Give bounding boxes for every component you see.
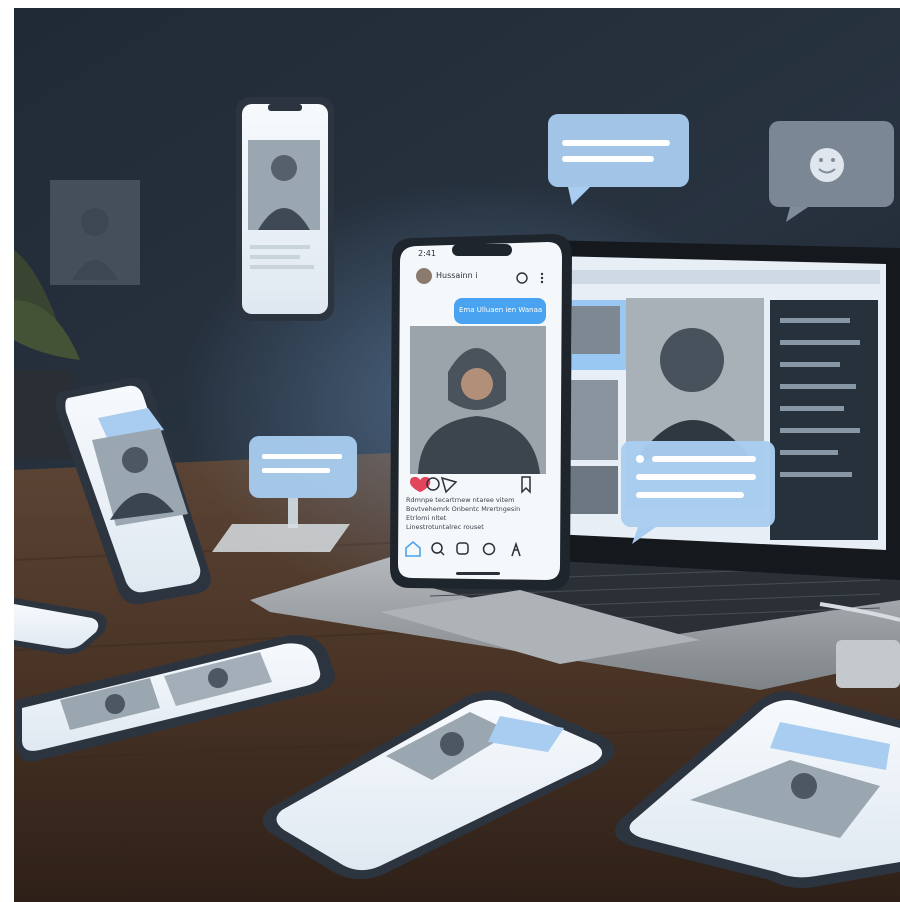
hero-avatar[interactable] — [416, 268, 432, 284]
caption-line: Bovtvehemrk Onbentc Mrertngesin — [406, 505, 521, 513]
hero-message-text: Ema Ulluaen ien Wanaa — [459, 306, 543, 314]
scene: 2:41 Hussainn i Ema Ulluaen ien Wanaa Rd… — [0, 0, 900, 902]
hero-post-image — [410, 326, 546, 474]
illustration — [0, 0, 900, 902]
hero-status-time: 2:41 — [418, 249, 436, 258]
caption-line: Linestrotuntalrec rouset — [406, 523, 484, 531]
caption-line: Etrlomi nltet — [406, 514, 447, 522]
caption-line: Rdmnpe tecartrnew ntaree vitem — [406, 496, 515, 504]
more-icon[interactable] — [540, 272, 544, 284]
hero-caption: Rdmnpe tecartrnew ntaree vitem Bovtvehem… — [406, 496, 556, 532]
floating-phone-top — [236, 97, 334, 321]
chat-bubble-emoji — [769, 121, 894, 222]
hero-username[interactable]: Hussainn i — [436, 271, 477, 280]
